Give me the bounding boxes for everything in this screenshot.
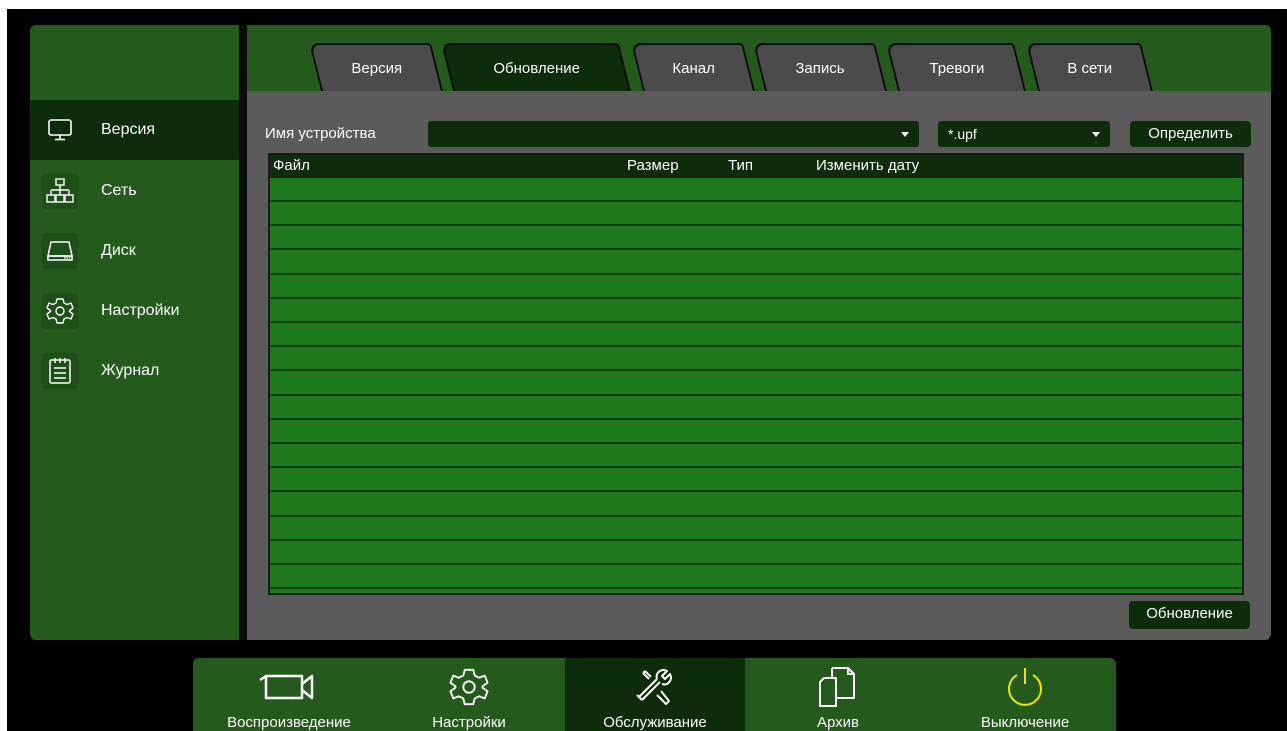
table-row[interactable]: [270, 251, 1242, 275]
files-icon: [818, 666, 858, 708]
sidebar-item-label: Сеть: [101, 182, 137, 199]
table-row[interactable]: [270, 323, 1242, 348]
column-file[interactable]: Файл: [273, 157, 310, 174]
tab-record[interactable]: Запись: [753, 43, 887, 91]
device-name-label: Имя устройства: [265, 125, 376, 142]
table-row[interactable]: [270, 202, 1242, 227]
dropdown-arrow-icon: [1092, 132, 1100, 137]
sidebar-item-disk[interactable]: Диск: [30, 221, 239, 281]
disk-icon: [42, 233, 78, 269]
tab-update[interactable]: Обновление: [441, 43, 631, 91]
table-header: Файл Размер Тип Изменить дату: [270, 155, 1242, 178]
log-icon: [42, 353, 78, 389]
table-row[interactable]: [270, 396, 1242, 420]
table-row[interactable]: [270, 420, 1242, 444]
column-size[interactable]: Размер: [627, 157, 679, 174]
table-row[interactable]: [270, 275, 1242, 299]
column-type[interactable]: Тип: [728, 157, 753, 174]
camera-icon: [258, 666, 320, 708]
table-row[interactable]: [270, 468, 1242, 493]
network-icon: [42, 173, 78, 209]
file-table: Файл Размер Тип Изменить дату: [268, 153, 1244, 595]
dock-item-label: Архив: [816, 714, 860, 731]
table-row[interactable]: [270, 226, 1242, 251]
sidebar-item-version[interactable]: Версия: [30, 100, 239, 160]
main-panel: Версия Обновление Канал Запись Тревоги В…: [247, 25, 1271, 640]
dropdown-arrow-icon: [901, 132, 909, 137]
column-date[interactable]: Изменить дату: [816, 157, 919, 174]
tab-network[interactable]: В сети: [1026, 43, 1153, 91]
gear-icon: [449, 666, 489, 708]
sidebar-item-settings[interactable]: Настройки: [30, 281, 239, 341]
dock-item-label: Настройки: [432, 714, 506, 731]
monitor-icon: [42, 112, 78, 148]
dock-item-playback[interactable]: Воспроизведение: [199, 658, 379, 731]
divider: [239, 25, 247, 640]
detect-button[interactable]: Определить: [1130, 121, 1251, 147]
table-row[interactable]: [270, 444, 1242, 469]
device-select[interactable]: [428, 121, 919, 147]
dock-item-label: Воспроизведение: [227, 714, 351, 731]
sidebar-item-label: Диск: [101, 242, 136, 259]
tab-version[interactable]: Версия: [309, 43, 443, 91]
file-filter-select[interactable]: *.upf: [938, 121, 1110, 147]
table-row[interactable]: [270, 299, 1242, 323]
table-row[interactable]: [270, 178, 1242, 202]
sidebar-item-network[interactable]: Сеть: [30, 161, 239, 221]
dock-item-shutdown[interactable]: Выключение: [935, 658, 1115, 731]
sidebar-item-label: Журнал: [101, 362, 160, 379]
sidebar: Версия Сеть Диск Настройки Журнал: [30, 25, 239, 640]
gear-icon: [42, 293, 78, 329]
sidebar-item-label: Версия: [101, 121, 156, 138]
dock-item-settings[interactable]: Настройки: [379, 658, 559, 731]
bottom-dock: Воспроизведение Настройки Обслуживание А…: [193, 658, 1116, 731]
dock-item-maintenance[interactable]: Обслуживание: [565, 658, 745, 731]
tab-strip: Версия Обновление Канал Запись Тревоги В…: [247, 25, 1271, 91]
tools-icon: [633, 666, 677, 708]
sidebar-item-log[interactable]: Журнал: [30, 341, 239, 401]
tab-alarms[interactable]: Тревоги: [886, 43, 1026, 91]
sidebar-item-label: Настройки: [101, 302, 180, 319]
table-row[interactable]: [270, 517, 1242, 541]
dock-item-archive[interactable]: Архив: [748, 658, 928, 731]
dock-item-label: Обслуживание: [603, 714, 707, 731]
table-row[interactable]: [270, 493, 1242, 517]
dock-item-label: Выключение: [980, 714, 1070, 731]
update-button[interactable]: Обновление: [1129, 601, 1250, 629]
table-row[interactable]: [270, 347, 1242, 372]
tab-channel[interactable]: Канал: [631, 43, 755, 91]
power-icon: [1004, 666, 1046, 708]
table-row[interactable]: [270, 541, 1242, 565]
table-row[interactable]: [270, 565, 1242, 590]
table-row[interactable]: [270, 372, 1242, 396]
